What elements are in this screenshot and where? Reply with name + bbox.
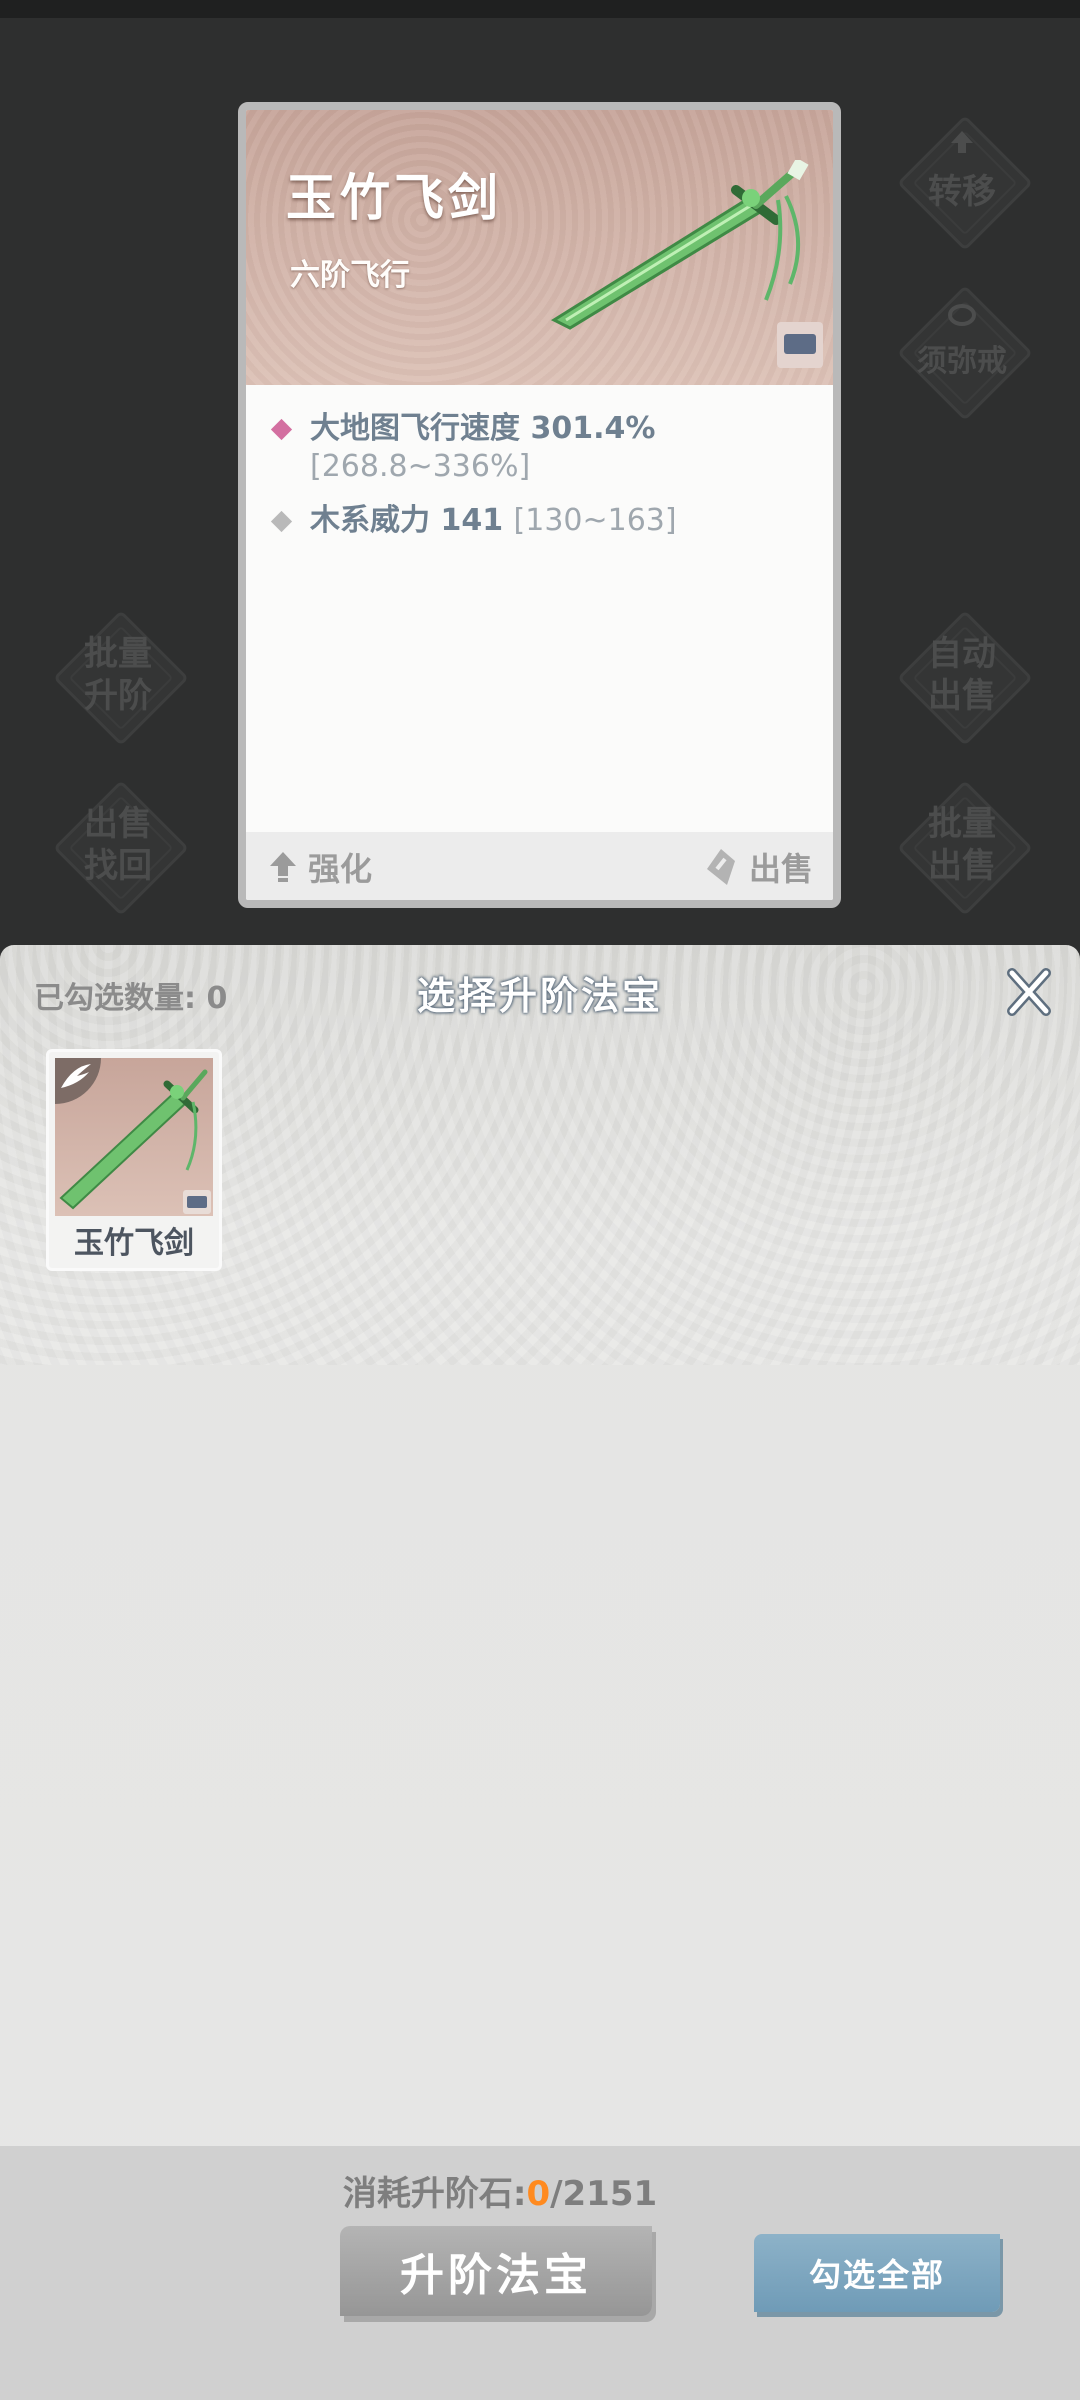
diamond-bullet-icon: [270, 418, 293, 441]
enhance-label: 强化: [308, 850, 373, 888]
card-header: 玉竹飞剑 六阶飞行: [246, 110, 833, 385]
bottom-action-bar: 消耗升阶石:0/2151 升阶法宝 勾选全部: [0, 2146, 1080, 2400]
batch-sell-button[interactable]: 批量 出售: [897, 780, 1033, 916]
close-icon[interactable]: [1004, 967, 1054, 1017]
item-title: 玉竹飞剑: [286, 169, 502, 227]
item-grade: 六阶飞行: [290, 258, 410, 293]
ring-icon: [948, 304, 976, 326]
cost-current: 0: [526, 2174, 551, 2214]
upgrade-treasure-button[interactable]: 升阶法宝: [340, 2226, 652, 2316]
panel-title: 选择升阶法宝: [416, 974, 663, 1018]
upload-icon: [951, 131, 973, 153]
storage-icon: [777, 322, 823, 368]
transfer-button[interactable]: 转移: [897, 115, 1033, 251]
upgrade-selection-panel: 已勾选数量: 0 选择升阶法宝 玉竹飞剑 消耗升阶石:0/2151 升阶法宝 勾…: [0, 945, 1080, 2400]
select-all-button[interactable]: 勾选全部: [754, 2234, 1000, 2312]
buyback-label: 出售 找回: [84, 804, 152, 886]
diamond-bullet-icon: [270, 510, 293, 533]
batch-upgrade-button[interactable]: 批量 升阶: [53, 610, 189, 746]
stat-value: 大地图飞行速度 301.4%: [310, 411, 656, 446]
enhance-button[interactable]: 强化: [268, 844, 372, 890]
card-footer: 强化 出售: [246, 832, 833, 900]
stat-range: [268.8~336%]: [310, 449, 531, 484]
stat-range: [130~163]: [513, 503, 677, 538]
item-detail-card: 玉竹飞剑 六阶飞行 大地图飞行速度 301.4% [268.8~336%] 木系…: [238, 102, 841, 908]
sumeru-ring-button[interactable]: 须弥戒: [897, 285, 1033, 421]
arrow-up-icon: [270, 852, 296, 882]
jade-sword-image: [550, 160, 809, 330]
item-thumbnail: [55, 1058, 213, 1216]
sell-button[interactable]: 出售: [703, 844, 813, 890]
cost-label: 消耗升阶石:: [342, 2174, 527, 2214]
auto-sell-button[interactable]: 自动 出售: [897, 610, 1033, 746]
item-slot-jade-sword[interactable]: 玉竹飞剑: [46, 1049, 222, 1271]
stat-value: 木系威力 141: [310, 503, 504, 538]
cost-total: /2151: [550, 2174, 658, 2214]
auto-sell-label: 自动 出售: [928, 634, 996, 716]
status-bar: [0, 0, 1080, 18]
item-name: 玉竹飞剑: [74, 1226, 194, 1261]
batch-sell-label: 批量 出售: [928, 804, 996, 886]
batch-upgrade-label: 批量 升阶: [84, 634, 152, 716]
upgrade-stone-cost: 消耗升阶石:0/2151: [0, 2166, 1000, 2215]
buyback-button[interactable]: 出售 找回: [53, 780, 189, 916]
storage-icon: [183, 1190, 211, 1214]
sell-label: 出售: [748, 850, 813, 888]
gem-icon: [706, 849, 735, 885]
